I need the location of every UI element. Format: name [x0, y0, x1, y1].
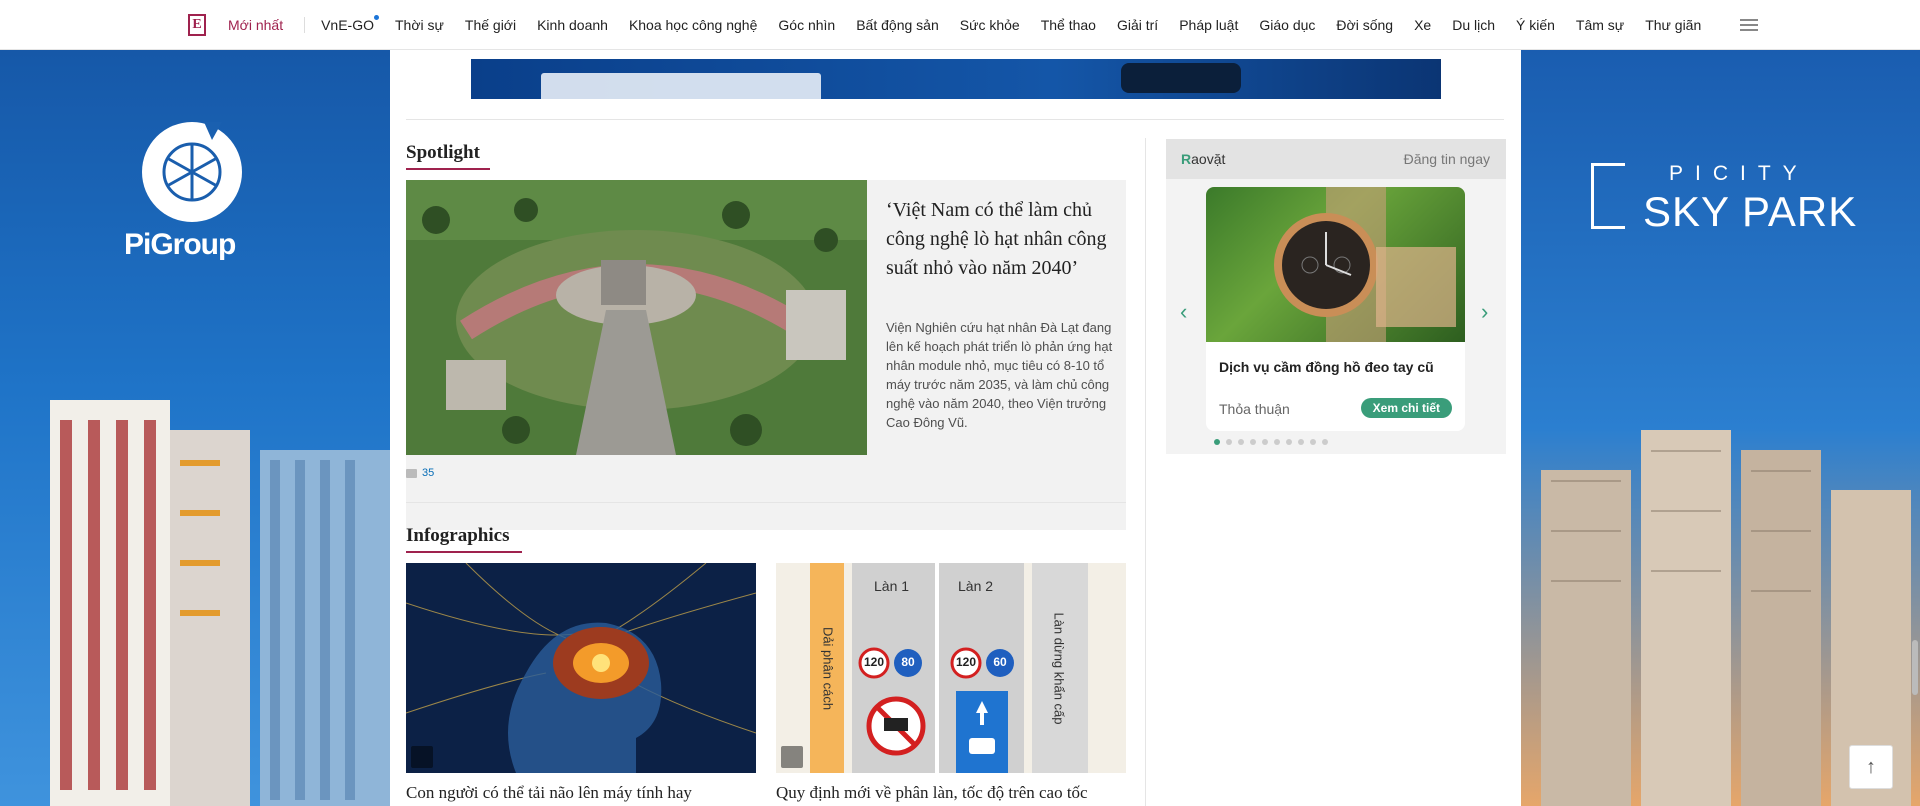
- nav-item-kinh-doanh[interactable]: Kinh doanh: [537, 17, 608, 33]
- raovat-card[interactable]: Dịch vụ cầm đồng hồ đeo tay cũ Thỏa thuậ…: [1206, 187, 1465, 431]
- listing-price: Thỏa thuận: [1219, 401, 1290, 417]
- building-illustration: [50, 400, 250, 806]
- divider: [406, 502, 1126, 503]
- lane-2-label: Làn 2: [958, 578, 994, 594]
- vnexpress-logo[interactable]: E: [188, 14, 206, 36]
- speed-limit-lane1-max: 120: [864, 655, 885, 669]
- raovat-logo-text: aovặt: [1191, 151, 1226, 167]
- sky-park-label: SKY PARK: [1643, 188, 1858, 235]
- nav-item-xe[interactable]: Xe: [1414, 17, 1431, 33]
- speed-limit-lane2-max: 120: [956, 655, 977, 669]
- title-underline: [406, 551, 522, 553]
- infographic-image-brain[interactable]: [406, 563, 756, 773]
- raovat-logo-r: R: [1181, 151, 1192, 167]
- scroll-to-top-button[interactable]: ↑: [1849, 745, 1893, 789]
- chevron-left-icon[interactable]: ‹: [1180, 299, 1187, 325]
- nuclear-institute-photo: [406, 180, 867, 455]
- listing-title[interactable]: Dịch vụ cầm đồng hồ đeo tay cũ: [1219, 359, 1434, 375]
- watch-illustration: [1274, 187, 1456, 342]
- nav-bar: E Mới nhất VnE-GO Thời sự Thế giới Kinh …: [188, 0, 1759, 50]
- hamburger-menu-icon[interactable]: [1740, 19, 1759, 31]
- nav-item-goc-nhin[interactable]: Góc nhìn: [778, 17, 835, 33]
- view-details-button[interactable]: Xem chi tiết: [1360, 398, 1452, 418]
- pigroup-brand: PiGroup: [124, 228, 236, 261]
- picity-logo-icon: [1591, 163, 1625, 229]
- divider-label: Dải phân cách: [820, 626, 836, 711]
- carousel-dots: [1101, 439, 1441, 445]
- carousel-dot[interactable]: [1262, 439, 1268, 445]
- arrow-up-icon: ↑: [1866, 755, 1876, 778]
- brain-illustration: [406, 563, 756, 773]
- nav-latest[interactable]: Mới nhất: [228, 17, 283, 33]
- carousel-dot[interactable]: [1226, 439, 1232, 445]
- carousel-dot[interactable]: [1298, 439, 1304, 445]
- pigroup-star-icon: [162, 122, 222, 202]
- nav-item-the-gioi[interactable]: Thế giới: [465, 17, 516, 33]
- page-scrollbar[interactable]: [1912, 640, 1918, 695]
- section-title-infographics[interactable]: Infographics: [406, 525, 522, 553]
- raovat-header: Raovặt Đăng tin ngay: [1166, 139, 1506, 179]
- carousel-dot[interactable]: [1238, 439, 1244, 445]
- nav-item-suc-khoe[interactable]: Sức khỏe: [960, 17, 1020, 33]
- raovat-logo[interactable]: Raovặt: [1181, 151, 1225, 167]
- nav-item-tam-su[interactable]: Tâm sự: [1576, 17, 1624, 33]
- carousel-dot[interactable]: [1250, 439, 1256, 445]
- carousel-dot[interactable]: [1274, 439, 1280, 445]
- chevron-right-icon[interactable]: ›: [1481, 299, 1488, 325]
- ad-right-picity[interactable]: PICITY SKY PARK: [1521, 50, 1920, 806]
- nav-item-khcn[interactable]: Khoa học công nghệ: [629, 17, 757, 33]
- divider: [406, 119, 1504, 120]
- infographic-title[interactable]: Con người có thể tải não lên máy tính ha…: [406, 782, 756, 804]
- speed-limit-lane2-min: 60: [993, 655, 1007, 669]
- nav-item-thoi-su[interactable]: Thời sự: [395, 17, 444, 33]
- carousel-dot[interactable]: [1214, 439, 1220, 445]
- nav-item-doi-song[interactable]: Đời sống: [1336, 17, 1393, 33]
- carousel-dot[interactable]: [1322, 439, 1328, 445]
- spotlight-description: Viện Nghiên cứu hạt nhân Đà Lạt đang lên…: [886, 320, 1113, 430]
- nav-item-giao-duc[interactable]: Giáo dục: [1259, 17, 1315, 33]
- emergency-lane-label: Làn dừng khẩn cấp: [1051, 612, 1067, 725]
- nav-separator: [304, 17, 306, 33]
- nav-item-bat-dong-san[interactable]: Bất động sản: [856, 17, 939, 33]
- spotlight-image[interactable]: [406, 180, 867, 455]
- nav-item-phap-luat[interactable]: Pháp luật: [1179, 17, 1238, 33]
- section-label: Spotlight: [406, 142, 480, 163]
- nav-item-du-lich[interactable]: Du lịch: [1452, 17, 1495, 33]
- watch-photo: [1206, 187, 1465, 342]
- nav-item-giai-tri[interactable]: Giải trí: [1117, 17, 1158, 33]
- comment-count[interactable]: 35: [406, 467, 434, 479]
- infographic-chart-icon: [781, 746, 803, 768]
- top-banner-ad[interactable]: [471, 59, 1441, 99]
- building-background: [260, 450, 390, 806]
- nav-item-thu-gian[interactable]: Thư giãn: [1645, 17, 1701, 33]
- post-ad-link[interactable]: Đăng tin ngay: [1404, 151, 1490, 167]
- speed-limit-lane1-min: 80: [901, 655, 915, 669]
- infographic-image-lanes[interactable]: Làn 1 Làn 2 120 80 120 60 Dải phân cách …: [776, 563, 1126, 773]
- lane-1-label: Làn 1: [874, 578, 910, 594]
- infographic-title[interactable]: Quy định mới về phân làn, tốc độ trên ca…: [776, 782, 1126, 804]
- title-underline: [406, 168, 490, 170]
- new-dot-icon: [374, 15, 379, 20]
- column-divider: [1145, 138, 1146, 806]
- nav-item-the-thao[interactable]: Thể thao: [1041, 17, 1096, 33]
- comment-number: 35: [422, 467, 435, 479]
- comment-icon: [406, 468, 417, 478]
- nav-item-vnego[interactable]: VnE-GO: [321, 15, 379, 33]
- picity-label: PICITY: [1669, 162, 1809, 185]
- carousel-dot[interactable]: [1286, 439, 1292, 445]
- nav-item-label: VnE-GO: [321, 17, 374, 33]
- section-title-spotlight[interactable]: Spotlight: [406, 142, 490, 170]
- spotlight-headline[interactable]: ‘Việt Nam có thể làm chủ công nghệ lò hạ…: [886, 196, 1126, 283]
- raovat-widget: Raovặt Đăng tin ngay ‹ Dịch vụ cầm đồng …: [1166, 139, 1506, 454]
- main-content: Spotlight ‘Việt Nam có thể làm chủ công …: [390, 50, 1521, 806]
- infographic-chart-icon: [411, 746, 433, 768]
- nav-item-y-kien[interactable]: Ý kiến: [1516, 17, 1555, 33]
- top-nav: E Mới nhất VnE-GO Thời sự Thế giới Kinh …: [0, 0, 1920, 50]
- carousel-dot[interactable]: [1310, 439, 1316, 445]
- ad-left-pigroup[interactable]: PiGroup: [0, 50, 390, 806]
- section-label: Infographics: [406, 525, 510, 546]
